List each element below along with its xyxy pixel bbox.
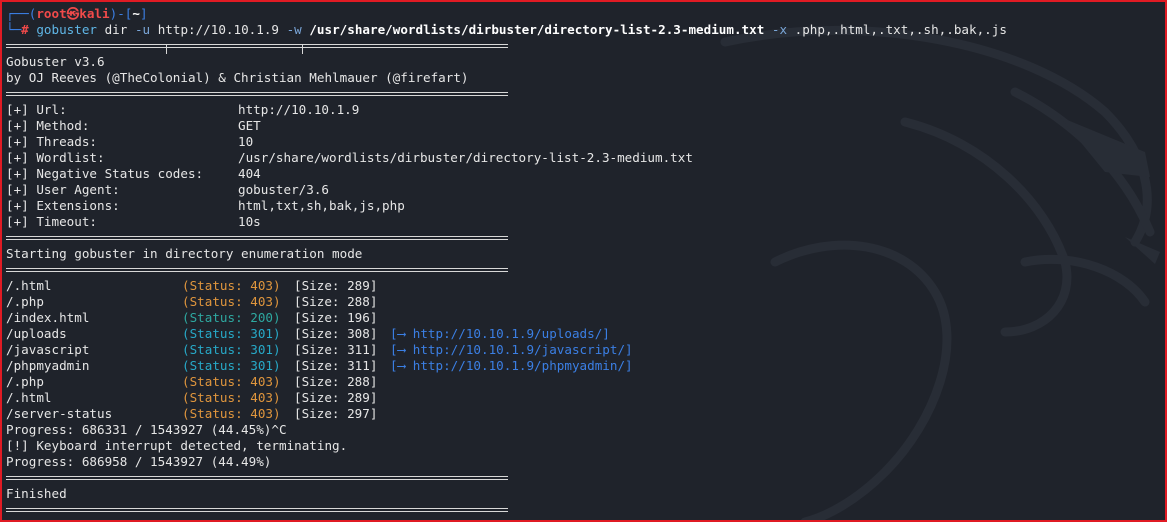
config-row: [+] Wordlist: /usr/share/wordlists/dirbus… xyxy=(6,150,1165,166)
config-row: [+] Method: GET xyxy=(6,118,1165,134)
config-value: 10s xyxy=(238,214,261,229)
config-list: [+] Url: http://10.10.1.9 [+] Method: GET [+… xyxy=(6,102,1165,230)
result-path: /.html xyxy=(6,278,52,293)
config-row: [+] Timeout: 10s xyxy=(6,214,1165,230)
start-message: Starting gobuster in directory enumerati… xyxy=(6,246,363,261)
result-row: /.php (Status: 403) [Size: 288] xyxy=(6,374,1165,390)
command-line[interactable]: └─# gobuster dir -u http://10.10.1.9 -w … xyxy=(6,22,1165,38)
status-code: (Status: 301) xyxy=(182,358,281,373)
separator xyxy=(6,262,1165,278)
separator xyxy=(6,38,1165,54)
result-path: /.php xyxy=(6,294,44,309)
result-size: [Size: 288] xyxy=(294,294,378,309)
result-path: /.php xyxy=(6,374,44,389)
result-size: [Size: 196] xyxy=(294,310,378,325)
result-size: [Size: 311] xyxy=(294,342,378,357)
config-row: [+] User Agent: gobuster/3.6 xyxy=(6,182,1165,198)
terminal-output: ┌──(root㉿kali)-[~] └─# gobuster dir -u h… xyxy=(6,6,1165,518)
status-code: (Status: 301) xyxy=(182,342,281,357)
result-size: [Size: 289] xyxy=(294,278,378,293)
result-path: /javascript xyxy=(6,342,90,357)
prompt-cwd: ~ xyxy=(132,6,140,21)
interrupt-message: [!] Keyboard interrupt detected, termina… xyxy=(6,438,348,453)
config-row: [+] Threads: 10 xyxy=(6,134,1165,150)
redirect-link[interactable]: [⟶ http://10.10.1.9/phpmyadmin/] xyxy=(390,358,633,374)
result-row: /.html (Status: 403) [Size: 289] xyxy=(6,278,1165,294)
result-row: /.php (Status: 403) [Size: 288] xyxy=(6,294,1165,310)
result-row: /javascript (Status: 301) [Size: 311] [⟶ ht… xyxy=(6,342,1165,358)
status-code: (Status: 403) xyxy=(182,294,281,309)
result-row: /.html (Status: 403) [Size: 289] xyxy=(6,390,1165,406)
result-path: /index.html xyxy=(6,310,90,325)
banner-authors: by OJ Reeves (@TheColonial) & Christian … xyxy=(6,70,469,85)
result-path: /phpmyadmin xyxy=(6,358,90,373)
config-key: [+] Threads: xyxy=(6,134,97,149)
config-value: 404 xyxy=(238,166,261,181)
config-value: /usr/share/wordlists/dirbuster/directory… xyxy=(238,150,693,165)
config-key: [+] Url: xyxy=(6,102,67,117)
redirect-link[interactable]: [⟶ http://10.10.1.9/uploads/] xyxy=(390,326,610,342)
status-code: (Status: 403) xyxy=(182,278,281,293)
result-path: /.html xyxy=(6,390,52,405)
config-key: [+] Negative Status codes: xyxy=(6,166,204,181)
config-key: [+] User Agent: xyxy=(6,182,120,197)
result-size: [Size: 288] xyxy=(294,374,378,389)
banner-version: Gobuster v3.6 xyxy=(6,54,105,69)
finished-message: Finished xyxy=(6,486,67,501)
status-code: (Status: 301) xyxy=(182,326,281,341)
result-size: [Size: 289] xyxy=(294,390,378,405)
separator xyxy=(6,470,1165,486)
result-row: /phpmyadmin (Status: 301) [Size: 311] [⟶ ht… xyxy=(6,358,1165,374)
status-code: (Status: 403) xyxy=(182,374,281,389)
progress-line: Progress: 686958 / 1543927 (44.49%) xyxy=(6,454,272,469)
result-path: /uploads xyxy=(6,326,67,341)
separator xyxy=(6,502,1165,518)
separator xyxy=(6,86,1165,102)
config-value: http://10.10.1.9 xyxy=(238,102,360,117)
config-row: [+] Negative Status codes: 404 xyxy=(6,166,1165,182)
status-code: (Status: 403) xyxy=(182,406,281,421)
results-list: /.html (Status: 403) [Size: 289] /.php (Stat… xyxy=(6,278,1165,422)
result-size: [Size: 297] xyxy=(294,406,378,421)
prompt-line-1: ┌──(root㉿kali)-[~] xyxy=(6,6,148,21)
config-value: 10 xyxy=(238,134,254,149)
result-size: [Size: 311] xyxy=(294,358,378,373)
result-path: /server-status xyxy=(6,406,113,421)
config-value: GET xyxy=(238,118,261,133)
result-row: /server-status (Status: 403) [Size: 297] xyxy=(6,406,1165,422)
config-value: html,txt,sh,bak,js,php xyxy=(238,198,405,213)
result-row: /uploads (Status: 301) [Size: 308] [⟶ http:… xyxy=(6,326,1165,342)
status-code: (Status: 200) xyxy=(182,310,281,325)
config-value: gobuster/3.6 xyxy=(238,182,329,197)
separator xyxy=(6,230,1165,246)
status-code: (Status: 403) xyxy=(182,390,281,405)
command-bin: gobuster xyxy=(36,22,98,37)
config-row: [+] Url: http://10.10.1.9 xyxy=(6,102,1165,118)
result-size: [Size: 308] xyxy=(294,326,378,341)
terminal-window[interactable]: ┌──(root㉿kali)-[~] └─# gobuster dir -u h… xyxy=(0,0,1167,522)
config-key: [+] Timeout: xyxy=(6,214,97,229)
config-row: [+] Extensions: html,txt,sh,bak,js,php xyxy=(6,198,1165,214)
redirect-link[interactable]: [⟶ http://10.10.1.9/javascript/] xyxy=(390,342,633,358)
config-key: [+] Method: xyxy=(6,118,90,133)
prompt-user: root㉿kali xyxy=(36,6,110,21)
config-key: [+] Extensions: xyxy=(6,198,120,213)
result-row: /index.html (Status: 200) [Size: 196] xyxy=(6,310,1165,326)
progress-line: Progress: 686331 / 1543927 (44.45%)^C xyxy=(6,422,287,437)
config-key: [+] Wordlist: xyxy=(6,150,105,165)
